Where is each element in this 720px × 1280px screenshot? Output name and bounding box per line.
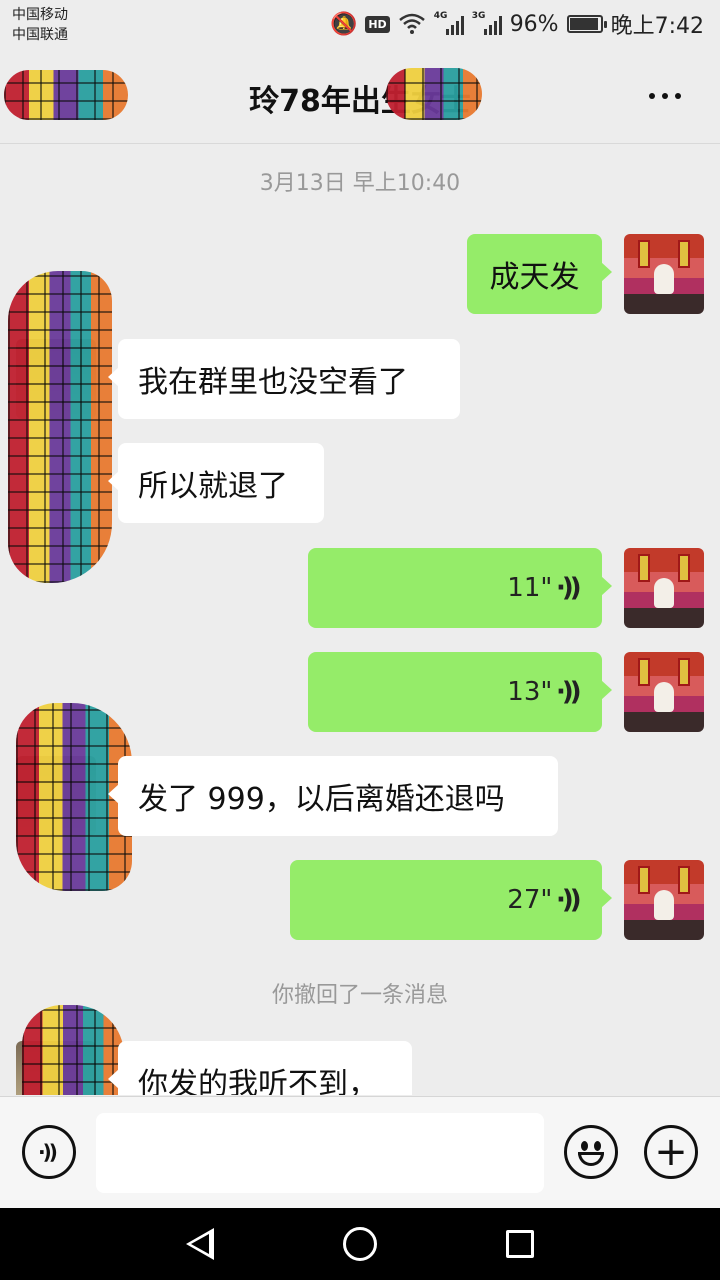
hd-badge: HD bbox=[365, 15, 390, 33]
recent-square-icon[interactable] bbox=[506, 1230, 534, 1258]
voice-message-sent[interactable]: 11" ((· bbox=[308, 548, 612, 628]
voice-wave-icon: ((· bbox=[560, 677, 582, 707]
message-text: 所以就退了 bbox=[138, 469, 288, 504]
status-icons: 🔕 HD 4G 3G 96% 晚上7:42 bbox=[330, 8, 704, 40]
signal-icon-2: 3G bbox=[472, 11, 502, 35]
message-bubble-sent[interactable]: 成天发 bbox=[467, 234, 612, 314]
more-dots-icon bbox=[649, 93, 655, 99]
message-text: 你发的我听不到， bbox=[138, 1067, 378, 1095]
voice-duration: 27" bbox=[507, 885, 553, 915]
navigation-bar bbox=[0, 1208, 720, 1280]
chat-header: 玲78年出生女士 bbox=[0, 48, 720, 144]
message-text: 我在群里也没空看了 bbox=[138, 365, 408, 400]
my-avatar[interactable] bbox=[624, 234, 704, 314]
message-list[interactable]: 3月13日 早上10:40 成天发 我在群里也没空看了 所以就退了 11" ((… bbox=[0, 145, 720, 1095]
redaction-mosaic bbox=[8, 271, 112, 583]
voice-duration: 11" bbox=[507, 573, 553, 603]
voice-duration: 13" bbox=[507, 677, 553, 707]
input-bar: ((· + bbox=[0, 1096, 720, 1208]
redaction-mosaic bbox=[386, 68, 482, 120]
redaction-mosaic bbox=[4, 70, 128, 120]
my-avatar[interactable] bbox=[624, 548, 704, 628]
voice-message-sent[interactable]: 27" ((· bbox=[290, 860, 612, 940]
message-text: 发了 999，以后离婚还退吗 bbox=[138, 782, 505, 817]
carrier-2: 中国联通 bbox=[12, 27, 68, 43]
mute-icon: 🔕 bbox=[329, 11, 358, 37]
voice-wave-icon: ((· bbox=[560, 885, 582, 915]
battery-icon bbox=[566, 15, 607, 33]
message-bubble-received[interactable]: 所以就退了 bbox=[108, 443, 324, 523]
carrier-info: 中国移动 中国联通 bbox=[12, 5, 68, 45]
plus-icon[interactable]: + bbox=[644, 1125, 698, 1179]
back-triangle-icon[interactable] bbox=[186, 1228, 214, 1260]
message-input[interactable] bbox=[96, 1113, 544, 1193]
emoji-icon[interactable] bbox=[564, 1125, 618, 1179]
message-bubble-received[interactable]: 你发的我听不到， bbox=[108, 1041, 412, 1095]
wifi-icon bbox=[398, 13, 425, 34]
message-bubble-received[interactable]: 发了 999，以后离婚还退吗 bbox=[108, 756, 558, 836]
more-options-button[interactable] bbox=[640, 78, 690, 114]
voice-wave-icon: ((· bbox=[560, 573, 582, 603]
signal-icon-1: 4G bbox=[434, 11, 464, 35]
battery-percent: 96% bbox=[509, 11, 559, 37]
voice-message-sent[interactable]: 13" ((· bbox=[308, 652, 612, 732]
message-bubble-received[interactable]: 我在群里也没空看了 bbox=[108, 339, 460, 419]
recall-notice: 你撤回了一条消息 bbox=[271, 983, 448, 1008]
carrier-1: 中国移动 bbox=[12, 7, 68, 23]
my-avatar[interactable] bbox=[624, 860, 704, 940]
home-circle-icon[interactable] bbox=[343, 1227, 377, 1261]
status-bar: 中国移动 中国联通 🔕 HD 4G 3G 96% 晚上7:42 bbox=[0, 0, 720, 48]
voice-input-icon[interactable]: ((· bbox=[22, 1125, 76, 1179]
my-avatar[interactable] bbox=[624, 652, 704, 732]
timestamp: 3月13日 早上10:40 bbox=[259, 171, 461, 196]
clock: 晚上7:42 bbox=[610, 14, 704, 39]
message-text: 成天发 bbox=[489, 260, 580, 295]
